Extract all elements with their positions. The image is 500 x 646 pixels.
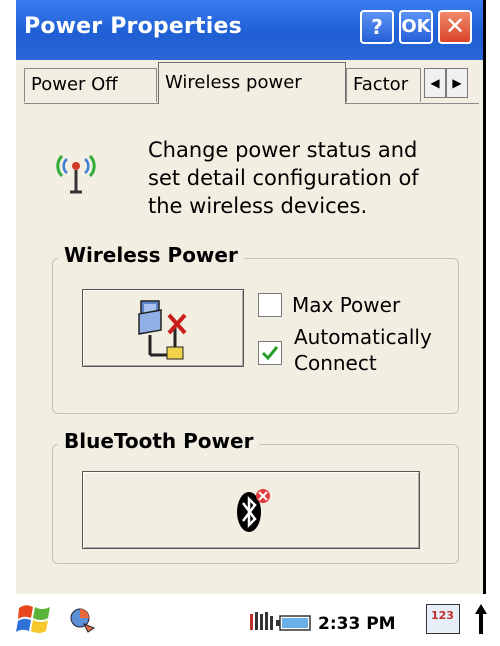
wireless-power-group-title: Wireless Power <box>58 243 244 267</box>
input-panel-label: 123 <box>431 609 454 622</box>
bluetooth-power-group-title: BlueTooth Power <box>58 429 260 453</box>
title-bar: Power Properties ? OK ✕ <box>16 0 483 60</box>
up-arrow-icon[interactable] <box>474 602 488 636</box>
tab-wireless-power[interactable]: Wireless power <box>158 62 346 104</box>
description-text: Change power status and set detail confi… <box>148 138 419 218</box>
checkmark-icon <box>261 346 279 361</box>
clock-time[interactable]: 2:33 PM <box>318 614 396 634</box>
network-disconnected-icon <box>138 300 187 360</box>
tab-scroll-left-arrow[interactable]: ◀ <box>424 68 446 98</box>
max-power-label: Max Power <box>292 293 401 317</box>
max-power-checkbox[interactable] <box>258 293 282 317</box>
power-properties-window: Power Properties ? OK ✕ Power Off Wirele… <box>16 0 486 594</box>
windows-start-icon[interactable] <box>16 600 54 638</box>
tab-scroll-right-arrow[interactable]: ▶ <box>446 68 468 98</box>
sync-status-icon[interactable] <box>68 604 98 634</box>
automatically-connect-checkbox[interactable] <box>258 341 282 365</box>
taskbar: 2:33 PM 123 <box>0 594 500 646</box>
help-button[interactable]: ? <box>360 10 394 44</box>
window-title: Power Properties <box>24 14 242 39</box>
tab-strip: Power Off Wireless power Factor ◀ ▶ <box>16 60 483 104</box>
wireless-power-toggle-button[interactable] <box>82 289 244 367</box>
automatically-connect-label: Automatically Connect <box>294 325 432 375</box>
battery-icon[interactable] <box>276 614 312 634</box>
signal-strength-icon[interactable] <box>248 610 278 634</box>
input-panel-icon[interactable]: 123 <box>426 604 460 634</box>
wireless-antenna-icon <box>56 154 96 194</box>
tab-factory[interactable]: Factor <box>346 68 421 102</box>
close-button[interactable]: ✕ <box>438 10 472 44</box>
tab-power-off[interactable]: Power Off <box>24 68 157 102</box>
ok-button[interactable]: OK <box>399 10 433 44</box>
bluetooth-power-toggle-button[interactable] <box>82 471 420 549</box>
bluetooth-off-icon <box>237 489 270 532</box>
